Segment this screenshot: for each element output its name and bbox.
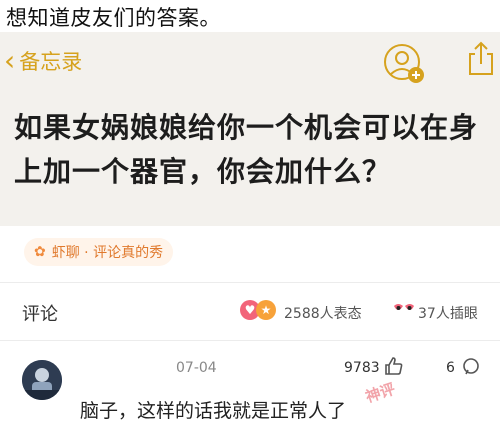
post-caption: 想知道皮友们的答案。 [6,6,221,30]
sticker-count[interactable]: 37人插眼 [418,303,478,323]
divider [0,282,500,283]
comment-date: 07-04 [176,360,217,376]
comment-text: 脑子，这样的话我就是正常人了 [80,400,347,422]
chevron-left-icon: ‹ [4,44,16,77]
reaction-count[interactable]: 2588人表态 [284,303,362,323]
reply-icon[interactable] [462,358,480,380]
comments-heading: 评论 [22,304,58,325]
share-icon[interactable] [466,40,496,76]
comment-reply-count: 6 [446,360,455,376]
memo-back-label: 备忘录 [19,50,83,74]
memo-back-button[interactable]: ‹ 备忘录 [4,46,82,76]
topic-tag[interactable]: ✿ 虾聊 · 评论真的秀 [24,238,174,266]
avatar[interactable] [22,360,62,400]
eyes-icon[interactable] [392,300,416,324]
divider [0,340,500,341]
stamp-label: 神评 [363,379,398,406]
reaction-icons[interactable]: ♥ ★ [240,300,276,320]
medal-reaction-icon: ★ [256,300,276,320]
memo-title: 如果女娲娘娘给你一个机会可以在身上加一个器官，你会加什么？ [14,111,479,188]
add-user-icon[interactable] [382,42,426,86]
topic-icon: ✿ [34,244,46,260]
topic-label: 虾聊 · 评论真的秀 [51,245,164,261]
